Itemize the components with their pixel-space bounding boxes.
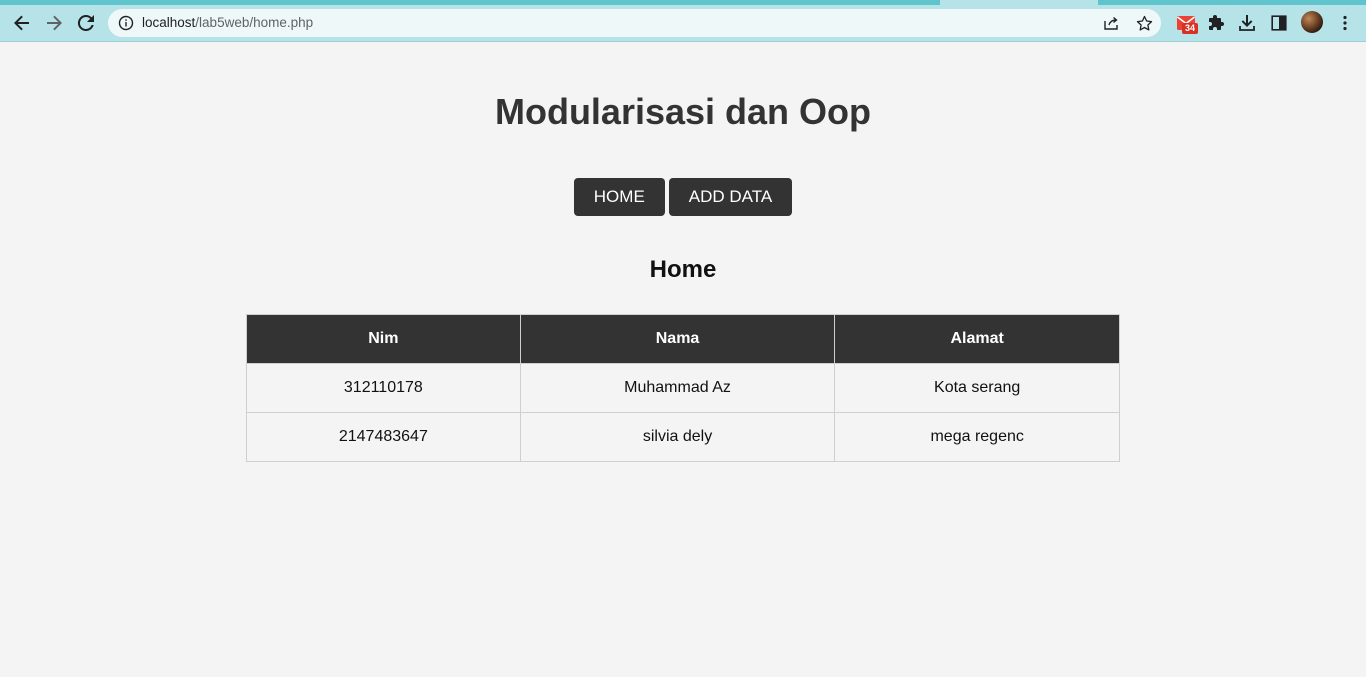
profile-avatar[interactable] [1301, 11, 1323, 33]
column-header-alamat: Alamat [834, 314, 1120, 364]
kebab-menu-icon[interactable] [1331, 9, 1359, 37]
nav-home-button[interactable]: HOME [573, 178, 665, 216]
section-title: Home [649, 256, 717, 283]
cell-alamat: Kota serang [834, 363, 1120, 413]
star-icon[interactable] [1134, 13, 1154, 33]
mail-count-badge: 34 [1182, 23, 1198, 34]
download-icon[interactable] [1233, 9, 1261, 37]
table-row: 312110178 Muhammad Az Kota serang [246, 363, 1120, 413]
cell-nim: 2147483647 [246, 412, 521, 462]
column-header-nama: Nama [519, 314, 836, 364]
reload-icon[interactable] [72, 9, 100, 37]
cell-nama: Muhammad Az [519, 363, 836, 413]
table-header-row: Nim Nama Alamat [246, 314, 1120, 364]
mail-icon[interactable]: 34 [1172, 9, 1200, 37]
data-table: Nim Nama Alamat 312110178 Muhammad Az Ko… [246, 314, 1120, 462]
page-content: Modularisasi dan Oop HOME ADD DATA Home … [0, 42, 1366, 677]
arrow-right-icon[interactable] [40, 9, 68, 37]
nav-add-data-button[interactable]: ADD DATA [668, 178, 793, 216]
url-text[interactable]: localhost/lab5web/home.php [142, 9, 313, 37]
side-panel-icon[interactable] [1265, 9, 1293, 37]
cell-nama: silvia dely [519, 412, 836, 462]
url-path: /lab5web/home.php [195, 15, 314, 30]
info-icon[interactable] [118, 15, 134, 31]
page-title: Modularisasi dan Oop [494, 91, 872, 132]
url-host: localhost [142, 15, 196, 30]
column-header-nim: Nim [246, 314, 521, 364]
puzzle-icon[interactable] [1202, 9, 1230, 37]
browser-toolbar: localhost/lab5web/home.php 34 [0, 5, 1366, 42]
share-icon[interactable] [1101, 13, 1121, 33]
cell-alamat: mega regenc [834, 412, 1120, 462]
cell-nim: 312110178 [246, 363, 521, 413]
table-row: 2147483647 silvia dely mega regenc [246, 412, 1120, 462]
address-bar[interactable]: localhost/lab5web/home.php [108, 9, 1161, 37]
main-nav: HOME ADD DATA [0, 178, 1366, 216]
arrow-left-icon[interactable] [8, 9, 36, 37]
